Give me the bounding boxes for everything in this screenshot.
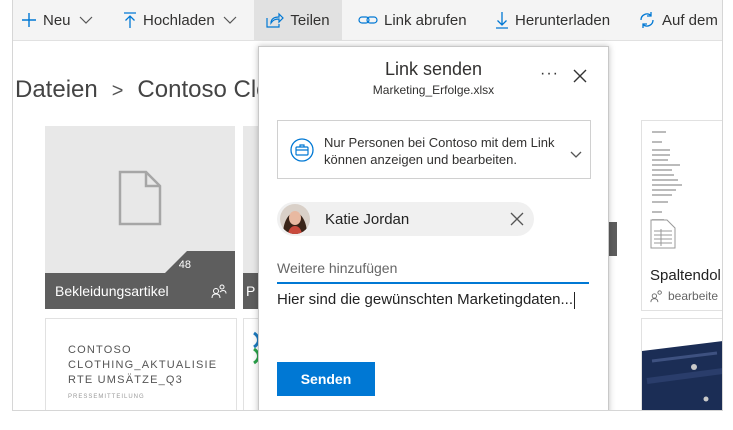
tile-footer: P <box>243 273 259 309</box>
file-icon <box>118 170 162 231</box>
download-label: Herunterladen <box>515 11 611 29</box>
chevron-down-icon <box>570 146 582 164</box>
share-button[interactable]: Teilen <box>254 0 342 40</box>
briefcase-icon <box>290 138 314 167</box>
plus-icon <box>21 12 37 28</box>
doc-line: RTE UMSÄTZE_Q3 <box>68 374 184 386</box>
send-link-dialog: Link senden Marketing_Erfolge.xlsx ··· N… <box>258 46 609 410</box>
shared-icon <box>650 289 664 308</box>
upload-label: Hochladen <box>143 11 215 29</box>
tile-footer: Bekleidungsartikel <box>45 273 235 309</box>
recipient-chip[interactable]: Katie Jordan <box>277 202 534 236</box>
jeans-image <box>642 341 722 410</box>
file-tile-bekleidungsartikel[interactable]: 48 Bekleidungsartikel <box>45 126 235 309</box>
doc-line: CONTOSO <box>68 344 132 356</box>
item-count-badge <box>165 251 235 273</box>
add-more-placeholder: Weitere hinzufügen <box>277 260 398 276</box>
tile-name: Spaltendol <box>650 267 721 284</box>
file-tile-jeans-image[interactable] <box>641 318 722 410</box>
tile-status: bearbeite <box>668 289 719 303</box>
permission-text: Nur Personen bei Contoso mit dem Link kö… <box>324 134 555 168</box>
command-bar: Neu Hochladen Teilen Link abrufen Herunt… <box>13 0 722 41</box>
permission-settings-button[interactable]: Nur Personen bei Contoso mit dem Link kö… <box>277 120 591 179</box>
chevron-down-icon <box>79 15 93 25</box>
file-tile-contoso-doc[interactable]: CONTOSO CLOTHING_AKTUALISIE RTE UMSÄTZE_… <box>45 318 237 410</box>
automate-label: Auf dem <box>662 11 718 29</box>
dialog-filename: Marketing_Erfolge.xlsx <box>372 83 495 97</box>
add-more-recipients-field[interactable]: Weitere hinzufügen <box>277 252 589 284</box>
avatar <box>280 204 310 234</box>
new-button[interactable]: Neu <box>21 0 93 40</box>
app-frame: Neu Hochladen Teilen Link abrufen Herunt… <box>12 0 723 411</box>
flow-icon <box>638 11 656 29</box>
download-icon <box>495 11 509 29</box>
shared-icon <box>211 283 227 302</box>
doc-line: CLOTHING_AKTUALISIE <box>68 359 218 371</box>
remove-recipient-icon[interactable] <box>510 212 524 231</box>
more-options-button[interactable]: ··· <box>540 65 559 83</box>
close-icon[interactable] <box>573 69 587 88</box>
share-label: Teilen <box>290 11 330 29</box>
upload-icon <box>123 11 137 29</box>
message-text: Hier sind die gewünschten Marketingdaten… <box>277 291 574 308</box>
text-caret <box>574 291 576 309</box>
link-icon <box>358 14 378 26</box>
permission-line: Nur Personen bei Contoso mit dem Link <box>324 135 555 150</box>
download-button[interactable]: Herunterladen <box>495 0 610 40</box>
breadcrumb-root[interactable]: Dateien <box>15 76 98 103</box>
file-tile-p[interactable]: P <box>243 126 259 309</box>
message-field[interactable]: Hier sind die gewünschten Marketingdaten… <box>277 291 576 309</box>
share-icon <box>266 12 285 28</box>
tile-name: Bekleidungsartikel <box>55 283 169 299</box>
copy-link-button[interactable]: Link abrufen <box>358 0 467 40</box>
doc-preview-text: CONTOSO CLOTHING_AKTUALISIE RTE UMSÄTZE_… <box>68 343 217 388</box>
upload-button[interactable]: Hochladen <box>123 0 237 40</box>
permission-line: können anzeigen und bearbeiten. <box>324 152 517 167</box>
file-tile-spaltendol[interactable]: Spaltendol bearbeite <box>641 120 722 311</box>
item-count: 48 <box>178 259 191 271</box>
spreadsheet-icon <box>650 219 676 249</box>
automate-button[interactable]: Auf dem <box>638 0 718 40</box>
breadcrumb: Dateien > Contoso Cloth <box>15 76 290 104</box>
breadcrumb-separator: > <box>111 80 124 102</box>
tile-name: P <box>246 283 256 299</box>
new-label: Neu <box>43 11 71 29</box>
send-button[interactable]: Senden <box>277 362 375 396</box>
copy-link-label: Link abrufen <box>384 11 467 29</box>
recipient-name: Katie Jordan <box>325 211 410 228</box>
chevron-down-icon <box>223 15 237 25</box>
doc-preview-subtitle: PRESSEMITTEILUNG <box>68 394 145 400</box>
document-preview-icon <box>652 131 682 221</box>
